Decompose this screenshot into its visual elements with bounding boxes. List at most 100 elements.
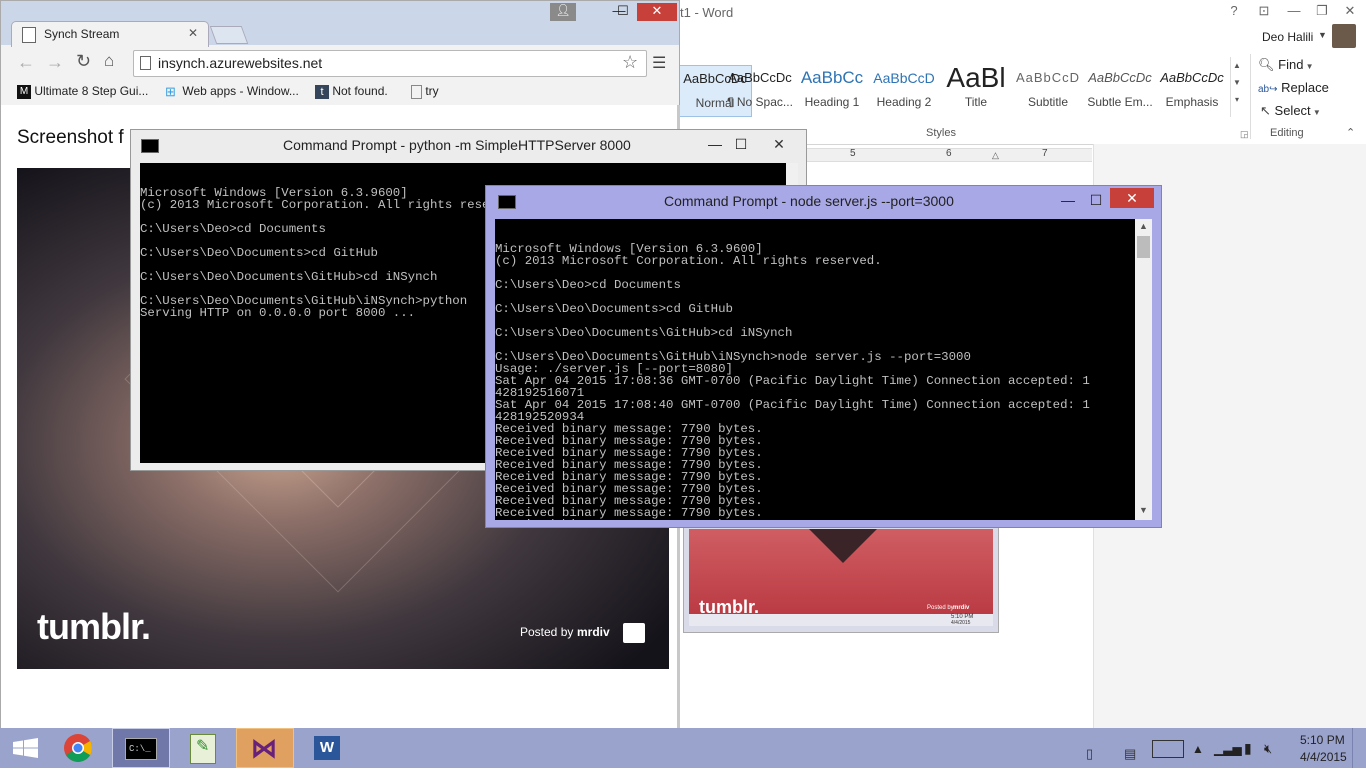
taskbar-chrome[interactable] — [50, 728, 108, 768]
home-icon[interactable]: ⌂ — [104, 51, 114, 71]
styles-scroll[interactable]: ▲ ▼ ▾ — [1230, 57, 1243, 117]
ribbon-divider — [1250, 54, 1251, 139]
pencil-icon: ✎ — [196, 738, 210, 755]
maximize-icon[interactable]: ☐ — [727, 134, 755, 154]
thumbnail-author: mrdiv — [953, 605, 970, 611]
taskbar-notepad-plus-plus[interactable]: ✎ — [174, 728, 232, 768]
minimize-icon[interactable]: — — [701, 134, 729, 154]
replace-icon: ab↪ — [1258, 84, 1278, 95]
word-title: t1 - Word — [680, 5, 734, 20]
new-tab-button[interactable] — [209, 26, 249, 44]
scroll-thumb[interactable] — [1137, 236, 1150, 258]
collapse-ribbon-icon[interactable]: ⌃ — [1346, 126, 1355, 139]
close-icon[interactable]: ✕ — [759, 134, 799, 154]
thumbnail-shape — [809, 529, 877, 563]
tablet-mode-icon[interactable]: ▯ — [1086, 746, 1093, 762]
cmd-icon — [498, 195, 516, 209]
tab-synch-stream[interactable]: Synch Stream ✕ — [11, 21, 209, 48]
page-info-icon[interactable] — [140, 56, 151, 70]
battery-icon[interactable]: ▮ — [1244, 740, 1252, 757]
keyboard-icon[interactable] — [1152, 740, 1184, 758]
word-icon: W — [314, 736, 340, 760]
bookmark-item[interactable]: t Not found. — [315, 80, 388, 102]
bookmark-item[interactable]: try — [411, 80, 439, 102]
terminal-output[interactable]: Microsoft Windows [Version 6.3.9600] (c) … — [495, 219, 1135, 520]
bookmark-star-icon[interactable]: ☆ — [622, 52, 638, 73]
terminal-line: C:\Users\Deo\Documents>cd GitHub — [495, 302, 733, 316]
minimize-icon[interactable]: — — [1280, 3, 1308, 21]
terminal-line: C:\Users\Deo\Documents\GitHub>cd iNSynch — [495, 326, 793, 340]
scrollbar[interactable]: ▲ ▼ — [1135, 219, 1152, 520]
scroll-down-icon[interactable]: ▼ — [1139, 505, 1148, 515]
select-button[interactable]: ↖ Select ▼ — [1260, 103, 1321, 119]
terminal-line: Sat Apr 04 2015 17:08:40 GMT-0700 (Pacif… — [495, 398, 1090, 412]
back-icon[interactable]: ← — [17, 52, 35, 73]
m-logo-icon: M — [17, 84, 31, 99]
editing-group-label: Editing — [1270, 127, 1304, 139]
thumbnail-posted-by: Posted by — [927, 605, 954, 611]
find-button[interactable]: 🔍︎ Find ▼ — [1258, 57, 1314, 73]
horizontal-ruler[interactable]: 5 6 7 △ — [800, 148, 1092, 162]
ruler-mark: 7 — [1042, 148, 1048, 159]
author-avatar[interactable] — [623, 623, 645, 643]
posted-by-label: Posted by — [520, 625, 574, 639]
show-desktop-button[interactable] — [1352, 728, 1366, 768]
reload-icon[interactable]: ↻ — [76, 51, 91, 72]
visual-studio-icon: ⋈ — [251, 733, 277, 763]
taskbar-word[interactable]: W — [298, 728, 356, 768]
cmd-icon — [141, 139, 159, 153]
style-no-spacing[interactable]: AaBbCcDc ¶ No Spac... — [724, 65, 796, 115]
profile-icon[interactable]: 👤︎ — [550, 3, 576, 21]
help-icon[interactable]: ? — [1220, 3, 1248, 21]
ruler-mark: 6 — [946, 148, 952, 159]
styles-group-label: Styles — [926, 127, 956, 139]
forward-icon[interactable]: → — [46, 52, 64, 73]
signal-icon[interactable]: ▁▃▅ — [1214, 742, 1242, 756]
close-icon[interactable]: ✕ — [1110, 188, 1154, 208]
style-subtitle[interactable]: AaBbCcD Subtitle — [1012, 65, 1084, 115]
style-title[interactable]: AaBl Title — [940, 65, 1012, 115]
tumblr-icon: t — [315, 84, 329, 99]
author-name[interactable]: mrdiv — [577, 625, 610, 639]
show-hidden-icons[interactable]: ▲ — [1192, 742, 1204, 756]
taskbar-visual-studio[interactable]: ⋈ — [236, 728, 294, 768]
ribbon-display-icon[interactable]: ⊡ — [1250, 3, 1278, 21]
window-title: Command Prompt - python -m SimpleHTTPSer… — [283, 137, 631, 153]
tab-close-icon[interactable]: ✕ — [188, 26, 198, 40]
maximize-icon[interactable]: ☐ — [1082, 190, 1110, 210]
avatar[interactable] — [1332, 24, 1356, 48]
clock-time[interactable]: 5:10 PM — [1300, 733, 1345, 747]
style-heading-1[interactable]: AaBbCc Heading 1 — [796, 65, 868, 115]
address-bar[interactable]: insynch.azurewebsites.net ☆ — [133, 50, 647, 77]
volume-muted-icon[interactable]: 🔇︎ — [1264, 741, 1272, 757]
desktop-icon[interactable]: ▤ — [1124, 746, 1136, 762]
replace-button[interactable]: ab↪ Replace — [1258, 80, 1329, 95]
maximize-icon[interactable]: ☐ — [609, 3, 637, 19]
style-subtle-emphasis[interactable]: AaBbCcDc Subtle Em... — [1084, 65, 1156, 115]
find-icon: 🔍︎ — [1258, 57, 1275, 72]
page-icon — [411, 84, 422, 99]
menu-icon[interactable]: ☰ — [652, 53, 666, 73]
taskbar-command-prompt[interactable]: C:\_ — [112, 728, 170, 768]
terminal-line: Received binary message: 7790 bytes. — [495, 519, 1135, 520]
url-text: insynch.azurewebsites.net — [158, 55, 323, 71]
user-chevron-icon[interactable]: ▼ — [1318, 30, 1327, 40]
style-emphasis[interactable]: AaBbCcDc Emphasis — [1156, 65, 1228, 115]
indent-marker-icon[interactable]: △ — [992, 150, 999, 161]
title-bar: Command Prompt - python -m SimpleHTTPSer… — [131, 130, 806, 160]
user-name[interactable]: Deo Halili — [1262, 30, 1313, 44]
restore-icon[interactable]: ❐ — [1308, 3, 1336, 21]
minimize-icon[interactable]: — — [1054, 190, 1082, 210]
close-icon[interactable]: ✕ — [637, 3, 677, 21]
screenshot-thumbnail: tumblr. Posted by mrdiv 5:10 PM 4/4/2015 — [683, 525, 999, 633]
scroll-up-icon[interactable]: ▲ — [1139, 221, 1148, 231]
title-bar: Command Prompt - node server.js --port=3… — [486, 186, 1161, 216]
page-heading: Screenshot f — [17, 127, 124, 148]
styles-launcher-icon[interactable]: ◲ — [1240, 129, 1249, 140]
thumbnail-taskbar: 5:10 PM 4/4/2015 — [689, 614, 993, 626]
bookmark-item[interactable]: ⊞ Web apps - Window... — [165, 80, 299, 102]
close-icon[interactable]: ✕ — [1336, 3, 1364, 21]
bookmark-item[interactable]: M Ultimate 8 Step Gui... — [17, 80, 148, 102]
style-heading-2[interactable]: AaBbCcD Heading 2 — [868, 65, 940, 115]
clock-date[interactable]: 4/4/2015 — [1300, 750, 1347, 764]
